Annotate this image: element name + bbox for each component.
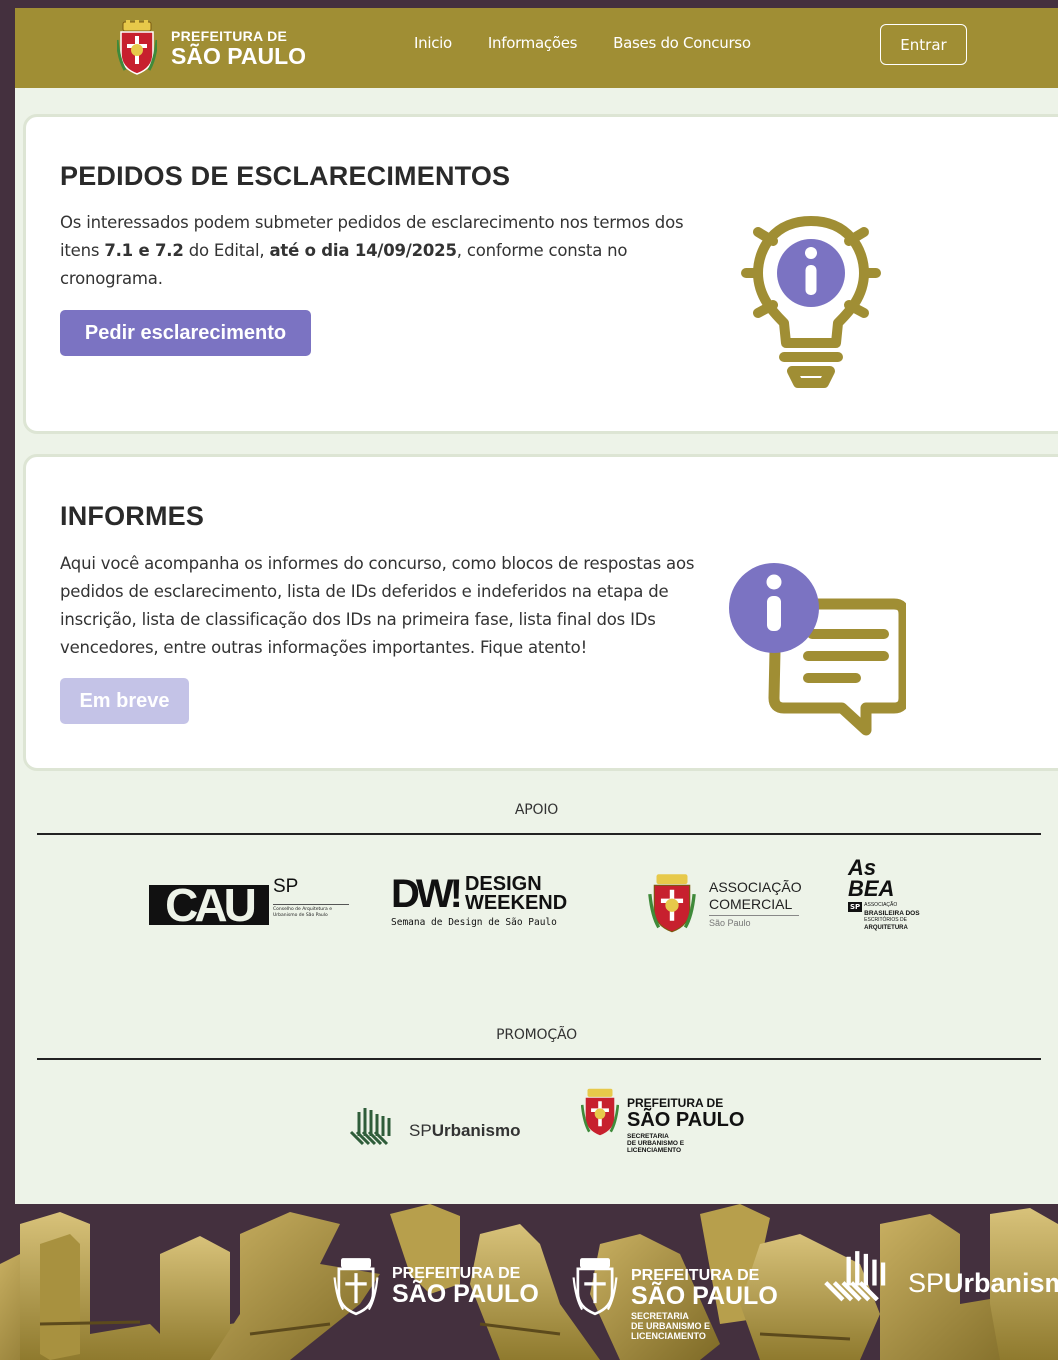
cau-mark-icon: CAU	[149, 883, 269, 927]
sp-urbanismo-logo[interactable]: SPUrbanismo	[349, 1100, 539, 1148]
associacao-comercial-logo[interactable]: ASSOCIAÇÃO COMERCIAL São Paulo	[645, 870, 805, 936]
prefeitura-smul-logo[interactable]: PREFEITURA DE SÃO PAULO SECRETARIA DE UR…	[581, 1087, 751, 1163]
asbea-sp: SP	[848, 902, 863, 912]
page: PREFEITURA DE SÃO PAULO Inicio Informaçõ…	[15, 8, 1058, 1204]
request-clarification-button[interactable]: Pedir esclarecimento	[60, 310, 311, 356]
sp-urbanismo-name: Urbanismo	[431, 1121, 521, 1140]
acsp-crest-icon	[648, 874, 696, 933]
asbea-line-3: ESCRITÓRIOS DE	[864, 917, 907, 923]
dw-subtitle: Semana de Design de São Paulo	[391, 917, 557, 928]
smul-line-2: SÃO PAULO	[627, 1109, 745, 1131]
lightbulb-info-icon	[741, 216, 881, 388]
sao-paulo-crest-icon	[117, 20, 157, 75]
support-label: APOIO	[514, 802, 559, 818]
smul-sub-1: SECRETARIA	[627, 1133, 669, 1140]
nav-link-bases-do-concurso[interactable]: Bases do Concurso	[613, 34, 751, 52]
informes-title: INFORMES	[60, 501, 205, 531]
nav-link-inicio[interactable]: Inicio	[414, 34, 452, 52]
cau-sp: SP	[273, 876, 299, 897]
dw-mark: DW!	[391, 872, 463, 916]
info-message-icon	[729, 563, 906, 736]
login-button[interactable]: Entrar	[880, 24, 967, 65]
design-weekend-logo[interactable]: DW! DESIGN WEEKEND Semana de Design de S…	[391, 874, 591, 936]
footer-smul-line-2: SÃO PAULO	[631, 1282, 778, 1310]
footer-spurb-sp: SP	[908, 1267, 945, 1298]
footer-smul-sub-2: DE URBANISMO E	[631, 1321, 711, 1331]
informes-text: Aqui você acompanha os informes do concu…	[60, 554, 695, 657]
footer-smul-sub-1: SECRETARIA	[631, 1311, 689, 1321]
brand-line-1: PREFEITURA DE	[171, 27, 288, 44]
footer-smul-crest-icon	[572, 1258, 618, 1316]
asbea-line-1: ASSOCIAÇÃO	[864, 902, 898, 908]
main-nav: Inicio Informações Bases do Concurso	[414, 34, 751, 52]
navbar: PREFEITURA DE SÃO PAULO Inicio Informaçõ…	[15, 8, 1058, 88]
clarification-text-items: 7.1 e 7.2	[104, 241, 184, 260]
nav-link-informacoes[interactable]: Informações	[488, 34, 578, 52]
asbea-mark-2: BEA	[848, 876, 895, 901]
coming-soon-button: Em breve	[60, 678, 189, 724]
footer-prefeitura-logo[interactable]: PREFEITURA DE SÃO PAULO	[332, 1256, 539, 1316]
footer-sp-urbanismo-logo[interactable]: SPUrbanism	[820, 1242, 1058, 1306]
cau-subtitle: Conselho de Arquitetura e Urbanismo de S…	[273, 907, 332, 918]
footer-crest-icon	[333, 1258, 379, 1316]
smul-sub-3: LICENCIAMENTO	[627, 1147, 682, 1154]
footer-spurb-name: Urbanism	[944, 1267, 1058, 1298]
footer: PREFEITURA DE SÃO PAULO PREFEITURA DE SÃ…	[0, 1204, 1058, 1360]
smul-sub-2: DE URBANISMO E	[627, 1140, 685, 1147]
clarification-title: PEDIDOS DE ESCLARECIMENTOS	[60, 161, 511, 191]
brand-line-2: SÃO PAULO	[171, 42, 307, 69]
asbea-line-4: ARQUITETURA	[864, 924, 908, 931]
clarification-text-part: do Edital,	[183, 241, 270, 260]
informes-card: INFORMES Aqui você acompanha os informes…	[23, 454, 1058, 771]
dw-line-2: WEEKEND	[464, 892, 568, 914]
promotion-label: PROMOÇÃO	[496, 1027, 577, 1043]
clarification-text: Os interessados podem submeter pedidos d…	[60, 209, 700, 293]
cau-mark: CAU	[165, 883, 254, 927]
sp-urbanismo-mark-icon	[349, 1108, 391, 1146]
clarification-text-deadline: até o dia 14/09/2025	[269, 241, 457, 260]
asbea-logo[interactable]: As BEA SP ASSOCIAÇÃO BRASILEIRA DOS ESCR…	[848, 855, 938, 954]
asbea-mark-1: As	[848, 855, 877, 880]
smul-crest-icon	[581, 1088, 619, 1136]
cau-sp-logo[interactable]: CAU SP Conselho de Arquitetura e Urbanis…	[149, 876, 349, 934]
acsp-line-2: COMERCIAL	[709, 895, 793, 912]
acsp-line-1: ASSOCIAÇÃO	[709, 878, 802, 895]
footer-sp-urbanismo-mark-icon	[824, 1251, 886, 1302]
support-divider	[37, 833, 1041, 835]
promotion-divider	[37, 1058, 1041, 1060]
acsp-subtitle: São Paulo	[709, 917, 751, 928]
footer-smul-sub-3: LICENCIAMENTO	[631, 1331, 706, 1341]
cau-text: SP Conselho de Arquitetura e Urbanismo d…	[273, 876, 349, 919]
asbea-line-2: BRASILEIRA DOS	[864, 909, 920, 917]
sp-urbanismo-sp: SP	[409, 1121, 432, 1140]
footer-pref-line-2: SÃO PAULO	[392, 1279, 539, 1308]
brand-logo[interactable]: PREFEITURA DE SÃO PAULO	[117, 15, 306, 81]
footer-smul-logo[interactable]: PREFEITURA DE SÃO PAULO SECRETARIA DE UR…	[571, 1256, 778, 1341]
clarification-card: PEDIDOS DE ESCLARECIMENTOS Os interessad…	[23, 114, 1058, 434]
